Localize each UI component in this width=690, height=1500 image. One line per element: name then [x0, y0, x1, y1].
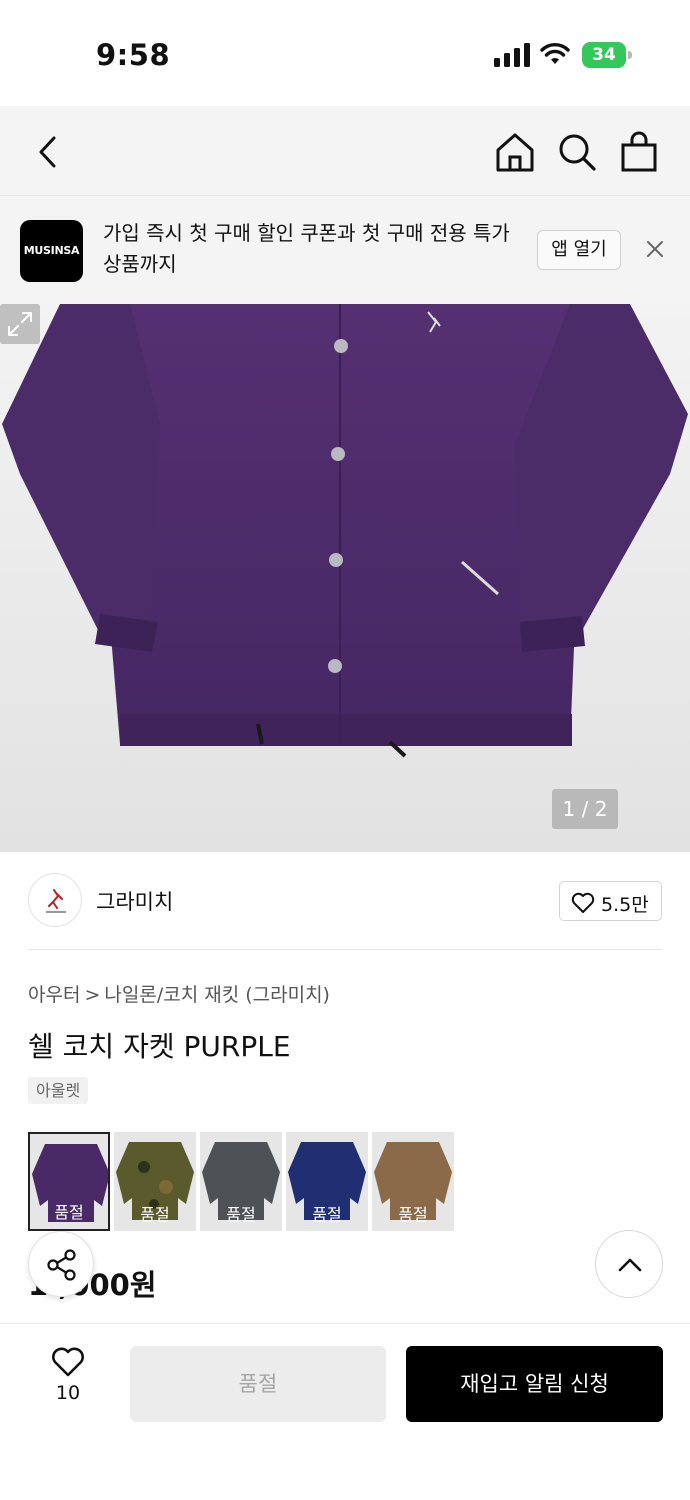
soldout-label: 품절	[312, 1205, 342, 1224]
bottom-action-bar: 10 품절 재입고 알림 신청	[0, 1323, 690, 1500]
gramicci-runner-icon	[46, 889, 66, 913]
soldout-label: 품절	[140, 1205, 170, 1224]
soldout-label: 품절	[54, 1203, 84, 1222]
color-option-5[interactable]: 품절	[372, 1132, 454, 1231]
search-icon[interactable]	[555, 130, 599, 174]
battery-icon: 34	[582, 42, 632, 68]
battery-level: 34	[582, 42, 626, 68]
color-option-3[interactable]: 품절	[200, 1132, 282, 1231]
color-option-2[interactable]: 품절	[114, 1132, 196, 1231]
brand-logo[interactable]	[28, 873, 82, 927]
divider	[28, 949, 662, 950]
status-time: 9:58	[96, 38, 171, 72]
open-app-button[interactable]: 앱 열기	[537, 230, 621, 270]
color-option-1[interactable]: 품절	[28, 1132, 110, 1231]
outlet-tag: 아울렛	[28, 1077, 89, 1104]
scroll-to-top-button[interactable]	[595, 1230, 663, 1298]
wifi-icon	[540, 43, 570, 64]
close-icon[interactable]	[644, 238, 666, 260]
shopping-bag-icon[interactable]	[617, 130, 661, 174]
product-title: 쉘 코치 자켓 PURPLE	[28, 1030, 291, 1063]
brand-name[interactable]: 그라미치	[96, 886, 173, 916]
status-bar: 9:58 34	[0, 0, 690, 106]
share-icon	[47, 1249, 76, 1281]
image-pager: 1 / 2	[552, 789, 618, 829]
app-install-banner: MUSINSA 가입 즉시 첫 구매 할인 쿠폰과 첫 구매 전용 특가 상품까…	[0, 196, 690, 304]
cellular-signal-icon	[494, 43, 530, 67]
breadcrumb: 아우터 > 나일론/코치 재킷 (그라미치)	[28, 980, 330, 1007]
chevron-up-icon	[618, 1258, 642, 1272]
breadcrumb-category[interactable]: 아우터	[28, 984, 80, 1006]
brand-row: 그라미치 5.5만	[0, 852, 690, 950]
product-photo-jacket	[2, 304, 688, 758]
wishlist-button[interactable]: 10	[40, 1346, 96, 1416]
breadcrumb-subcategory[interactable]: 나일론/코치 재킷 (그라미치)	[104, 984, 330, 1006]
restock-alert-button[interactable]: 재입고 알림 신청	[406, 1346, 663, 1422]
soldout-label: 품절	[226, 1205, 256, 1224]
color-option-4[interactable]: 품절	[286, 1132, 368, 1231]
breadcrumb-separator: >	[84, 984, 101, 1006]
wishlist-count: 10	[55, 1382, 81, 1404]
soldout-label: 품절	[398, 1205, 428, 1224]
share-button[interactable]	[28, 1231, 94, 1297]
musinsa-logo: MUSINSA	[20, 220, 83, 282]
heart-icon	[52, 1347, 84, 1377]
product-image-gallery[interactable]: 1 / 2	[0, 304, 690, 852]
brand-like-button[interactable]: 5.5만	[559, 881, 662, 921]
soldout-button: 품절	[130, 1346, 386, 1422]
heart-icon	[571, 892, 595, 913]
back-icon[interactable]	[26, 130, 70, 174]
banner-message: 가입 즉시 첫 구매 할인 쿠폰과 첫 구매 전용 특가 상품까지	[103, 221, 510, 276]
brand-like-count: 5.5만	[601, 894, 649, 916]
expand-icon[interactable]	[0, 304, 40, 344]
top-navigation-bar	[0, 106, 690, 196]
color-options: 품절 품절 품절 품절 품절	[28, 1132, 468, 1232]
home-icon[interactable]	[493, 130, 537, 174]
